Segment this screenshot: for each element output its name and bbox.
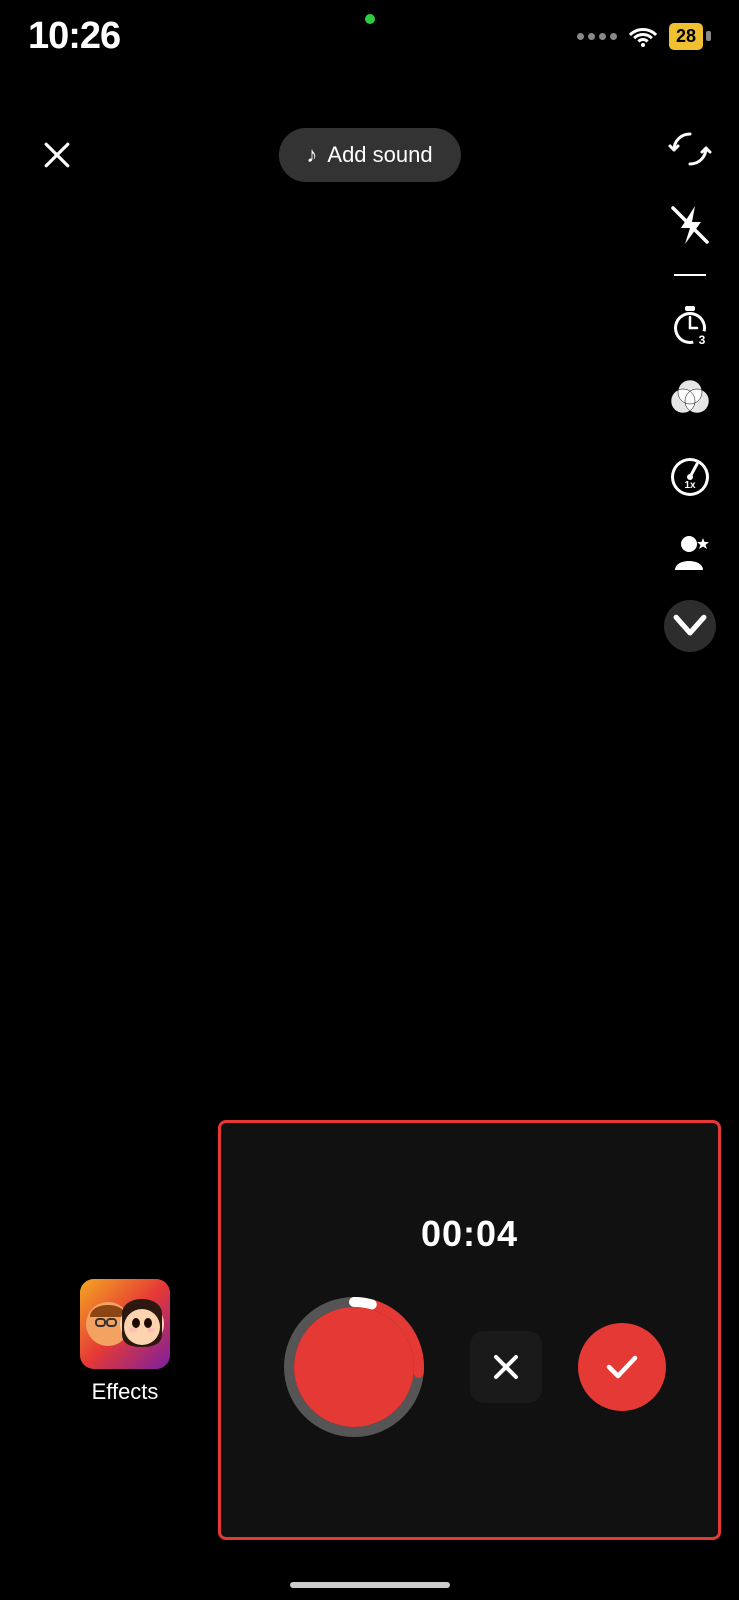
status-time: 10:26 <box>28 15 120 58</box>
recording-area: 00:04 <box>218 1120 721 1540</box>
speed-button[interactable]: 1x <box>661 448 719 506</box>
record-btn-inner[interactable] <box>294 1307 414 1427</box>
recording-controls <box>274 1287 666 1447</box>
add-sound-label: Add sound <box>327 142 432 168</box>
battery-container: 28 <box>669 23 711 50</box>
delete-recording-button[interactable] <box>470 1331 542 1403</box>
flash-button[interactable] <box>661 196 719 254</box>
close-button[interactable] <box>32 130 82 180</box>
ai-effect-button[interactable] <box>661 524 719 582</box>
effects-thumbnail <box>80 1279 170 1369</box>
signal-dots <box>577 33 617 40</box>
delete-icon <box>488 1349 524 1385</box>
battery-badge: 28 <box>669 23 703 50</box>
battery-level: 28 <box>676 26 696 47</box>
battery-tip <box>706 31 711 41</box>
signal-dot-1 <box>577 33 584 40</box>
effects-label: Effects <box>92 1379 159 1405</box>
signal-dot-4 <box>610 33 617 40</box>
confirm-recording-button[interactable] <box>578 1323 666 1411</box>
recording-timer: 00:04 <box>421 1213 518 1255</box>
wifi-icon <box>627 25 659 47</box>
more-options-button[interactable] <box>664 600 716 652</box>
flip-camera-button[interactable] <box>661 120 719 178</box>
status-right: 28 <box>577 23 711 50</box>
status-bar: 10:26 28 <box>0 0 739 60</box>
home-indicator <box>290 1582 450 1588</box>
signal-dot-2 <box>588 33 595 40</box>
svg-text:1x: 1x <box>684 480 696 491</box>
signal-dot-3 <box>599 33 606 40</box>
music-note-icon: ♪ <box>306 142 317 168</box>
toolbar-separator <box>674 274 706 276</box>
effects-item[interactable]: Effects <box>80 1279 170 1405</box>
checkmark-icon <box>601 1346 643 1388</box>
right-toolbar: 3 1x <box>661 120 719 652</box>
timer-button[interactable]: 3 <box>661 296 719 354</box>
svg-text:3: 3 <box>699 333 706 347</box>
filters-button[interactable] <box>661 372 719 430</box>
add-sound-button[interactable]: ♪ Add sound <box>278 128 460 182</box>
record-button[interactable] <box>274 1287 434 1447</box>
